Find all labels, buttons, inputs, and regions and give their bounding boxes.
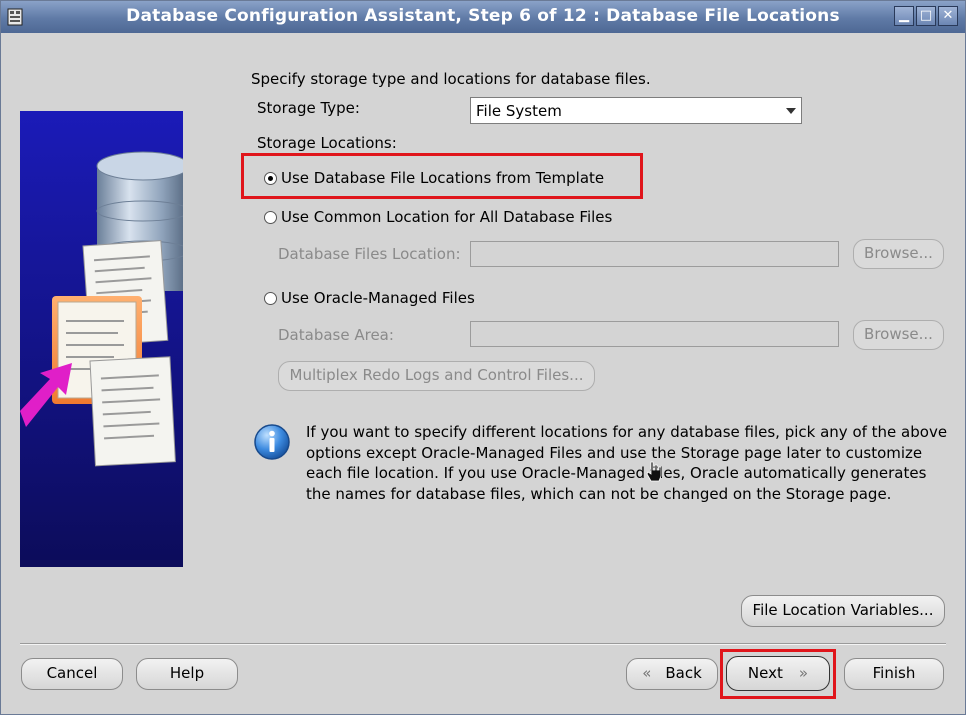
storage-type-value: File System — [476, 102, 562, 120]
option-common-location-label[interactable]: Use Common Location for All Database Fil… — [281, 208, 612, 226]
back-button[interactable]: « Back — [626, 658, 718, 690]
finish-button[interactable]: Finish — [844, 658, 944, 690]
minimize-icon: ▁ — [899, 8, 909, 23]
browse-db-files-button[interactable]: Browse... — [853, 239, 944, 269]
dbca-window: Database Configuration Assistant, Step 6… — [0, 0, 966, 715]
database-files-illustration — [20, 151, 183, 467]
info-line: options except Oracle-Managed Files and … — [306, 443, 923, 462]
close-icon: ✕ — [942, 8, 954, 23]
storage-type-label: Storage Type: — [257, 99, 360, 117]
wizard-illustration — [20, 111, 183, 567]
help-button[interactable]: Help — [136, 658, 238, 690]
db-files-location-label: Database Files Location: — [278, 245, 461, 263]
radio-template-locations[interactable] — [264, 172, 277, 185]
info-line: each file location. If you use Oracle-Ma… — [306, 464, 927, 482]
option-oracle-managed-label[interactable]: Use Oracle-Managed Files — [281, 289, 475, 307]
back-label: Back — [665, 664, 702, 682]
browse-database-area-button[interactable]: Browse... — [853, 320, 944, 350]
radio-oracle-managed[interactable] — [264, 292, 277, 305]
title-bar[interactable]: Database Configuration Assistant, Step 6… — [1, 1, 965, 33]
file-location-variables-button[interactable]: File Location Variables... — [741, 595, 945, 627]
next-label: Next — [747, 664, 783, 682]
option-template-locations-label[interactable]: Use Database File Locations from Templat… — [281, 169, 604, 187]
storage-locations-label: Storage Locations: — [257, 134, 397, 152]
intro-text: Specify storage type and locations for d… — [251, 70, 651, 88]
multiplex-redo-logs-button[interactable]: Multiplex Redo Logs and Control Files... — [278, 361, 595, 391]
database-area-label: Database Area: — [278, 326, 394, 344]
info-icon — [254, 424, 290, 460]
minimize-button[interactable]: ▁ — [894, 6, 914, 26]
footer-separator — [20, 643, 946, 645]
database-area-input[interactable] — [470, 321, 839, 347]
radio-common-location[interactable] — [264, 211, 277, 224]
next-button[interactable]: Next » — [726, 656, 830, 691]
hand-cursor-icon — [646, 461, 662, 482]
info-line: If you want to specify different locatio… — [306, 423, 948, 441]
info-message: If you want to specify different locatio… — [306, 422, 948, 504]
window-title: Database Configuration Assistant, Step 6… — [126, 6, 840, 26]
chevron-left-icon: « — [642, 664, 652, 682]
maximize-button[interactable]: □ — [916, 6, 936, 26]
maximize-icon: □ — [919, 8, 933, 23]
storage-type-select[interactable]: File System — [470, 97, 802, 124]
info-line: the names for database files, which can … — [306, 484, 892, 503]
chevron-down-icon — [786, 108, 796, 114]
chevron-right-icon: » — [798, 664, 809, 682]
db-files-location-input[interactable] — [470, 241, 839, 267]
cancel-button[interactable]: Cancel — [21, 658, 123, 690]
close-button[interactable]: ✕ — [938, 6, 958, 26]
